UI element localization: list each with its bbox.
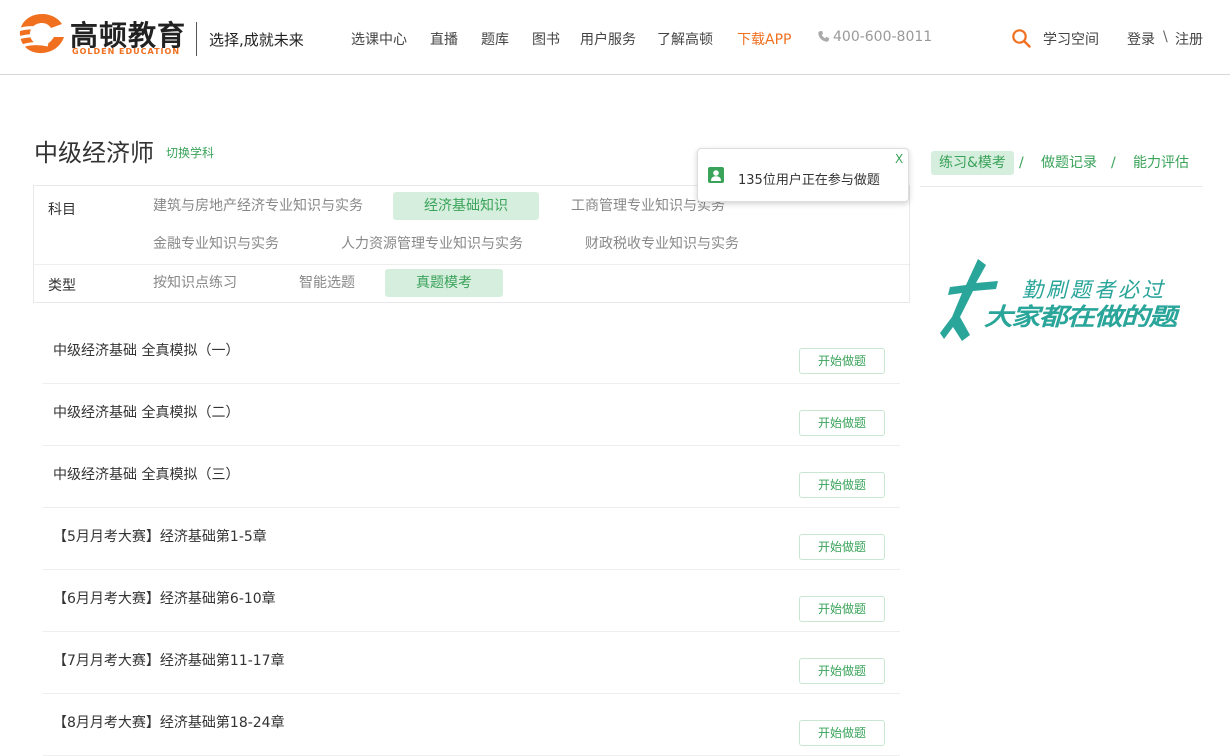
item-title: 中级经济基础 全真模拟（一） — [53, 343, 240, 359]
logo-mark-icon — [17, 14, 65, 54]
page-title: 中级经济师 — [34, 139, 154, 167]
filter-panel: 科目 建筑与房地产经济专业知识与实务 经济基础知识 工商管理专业知识与实务 金融… — [33, 185, 910, 303]
start-practice-button[interactable]: 开始做题 — [799, 658, 885, 684]
login-link[interactable]: 登录 — [1127, 29, 1155, 49]
promo-line2: 大家都在做的题 — [984, 303, 1180, 331]
subject-option[interactable]: 建筑与房地产经济专业知识与实务 — [153, 192, 363, 220]
type-option-active[interactable]: 真题模考 — [385, 269, 503, 297]
right-tabs: 练习&模考 / 做题记录 / 能力评估 — [920, 150, 1203, 187]
subject-option[interactable]: 人力资源管理专业知识与实务 — [341, 230, 523, 258]
type-label: 类型 — [48, 278, 76, 294]
list-item: 【6月月考大赛】经济基础第6-10章 开始做题 — [43, 570, 900, 632]
item-title: 中级经济基础 全真模拟（三） — [53, 467, 240, 483]
nav-course-center[interactable]: 选课中心 — [351, 29, 407, 49]
item-title: 【7月月考大赛】经济基础第11-17章 — [53, 653, 285, 669]
nav-books[interactable]: 图书 — [532, 29, 560, 49]
participation-tooltip: 135位用户正在参与做题 X — [697, 148, 909, 202]
filter-divider — [34, 264, 909, 265]
promo-banner: 勤刷题者必过 大家都在做的题 — [940, 259, 1180, 341]
slogan: 选择,成就未来 — [209, 31, 304, 49]
brand-logo[interactable]: 高顿教育 GOLDEN EDUCATION — [16, 8, 188, 60]
start-practice-button[interactable]: 开始做题 — [799, 534, 885, 560]
nav-download-app[interactable]: 下载APP — [737, 29, 791, 49]
list-item: 【7月月考大赛】经济基础第11-17章 开始做题 — [43, 632, 900, 694]
search-icon[interactable] — [1011, 28, 1031, 48]
promo-line1: 勤刷题者必过 — [1022, 278, 1166, 302]
list-item: 中级经济基础 全真模拟（一） 开始做题 — [43, 322, 900, 384]
tab-separator: / — [1111, 155, 1116, 171]
subject-option[interactable]: 金融专业知识与实务 — [153, 230, 279, 258]
subject-option-active[interactable]: 经济基础知识 — [393, 192, 539, 220]
start-practice-button[interactable]: 开始做题 — [799, 596, 885, 622]
user-icon — [708, 167, 724, 183]
start-practice-button[interactable]: 开始做题 — [799, 348, 885, 374]
phone-icon — [818, 30, 830, 42]
phone-text: 400-600-8011 — [833, 29, 933, 45]
phone-number: 400-600-8011 — [817, 29, 932, 45]
logo-subtext: GOLDEN EDUCATION — [72, 47, 181, 56]
tab-practice-mock[interactable]: 练习&模考 — [931, 151, 1014, 175]
tooltip-close-button[interactable]: X — [895, 152, 903, 166]
register-link[interactable]: 注册 — [1175, 29, 1203, 49]
nav-question-bank[interactable]: 题库 — [481, 29, 509, 49]
tab-records[interactable]: 做题记录 — [1041, 151, 1097, 175]
tab-ability[interactable]: 能力评估 — [1133, 151, 1189, 175]
nav-about[interactable]: 了解高顿 — [657, 29, 713, 49]
top-header: 高顿教育 GOLDEN EDUCATION 选择,成就未来 选课中心 直播 题库… — [0, 0, 1230, 75]
subject-label: 科目 — [48, 202, 76, 218]
start-practice-button[interactable]: 开始做题 — [799, 720, 885, 746]
tooltip-text: 135位用户正在参与做题 — [738, 173, 880, 188]
item-title: 【5月月考大赛】经济基础第1-5章 — [53, 529, 267, 545]
list-item: 【5月月考大赛】经济基础第1-5章 开始做题 — [43, 508, 900, 570]
exam-list: 中级经济基础 全真模拟（一） 开始做题 中级经济基础 全真模拟（二） 开始做题 … — [43, 322, 900, 756]
nav-user-service[interactable]: 用户服务 — [580, 29, 636, 49]
start-practice-button[interactable]: 开始做题 — [799, 472, 885, 498]
item-title: 【8月月考大赛】经济基础第18-24章 — [53, 715, 285, 731]
type-option[interactable]: 智能选题 — [299, 269, 355, 297]
tab-separator: / — [1019, 155, 1024, 171]
item-title: 【6月月考大赛】经济基础第6-10章 — [53, 591, 276, 607]
subject-option[interactable]: 财政税收专业知识与实务 — [585, 230, 739, 258]
list-item: 【8月月考大赛】经济基础第18-24章 开始做题 — [43, 694, 900, 756]
logo-divider — [196, 22, 197, 56]
study-space-link[interactable]: 学习空间 — [1043, 29, 1099, 49]
start-practice-button[interactable]: 开始做题 — [799, 410, 885, 436]
item-title: 中级经济基础 全真模拟（二） — [53, 405, 240, 421]
nav-live[interactable]: 直播 — [430, 29, 458, 49]
login-separator: \ — [1163, 29, 1168, 45]
type-option[interactable]: 按知识点练习 — [153, 269, 237, 297]
list-item: 中级经济基础 全真模拟（三） 开始做题 — [43, 446, 900, 508]
list-item: 中级经济基础 全真模拟（二） 开始做题 — [43, 384, 900, 446]
switch-subject-link[interactable]: 切换学科 — [166, 144, 214, 161]
